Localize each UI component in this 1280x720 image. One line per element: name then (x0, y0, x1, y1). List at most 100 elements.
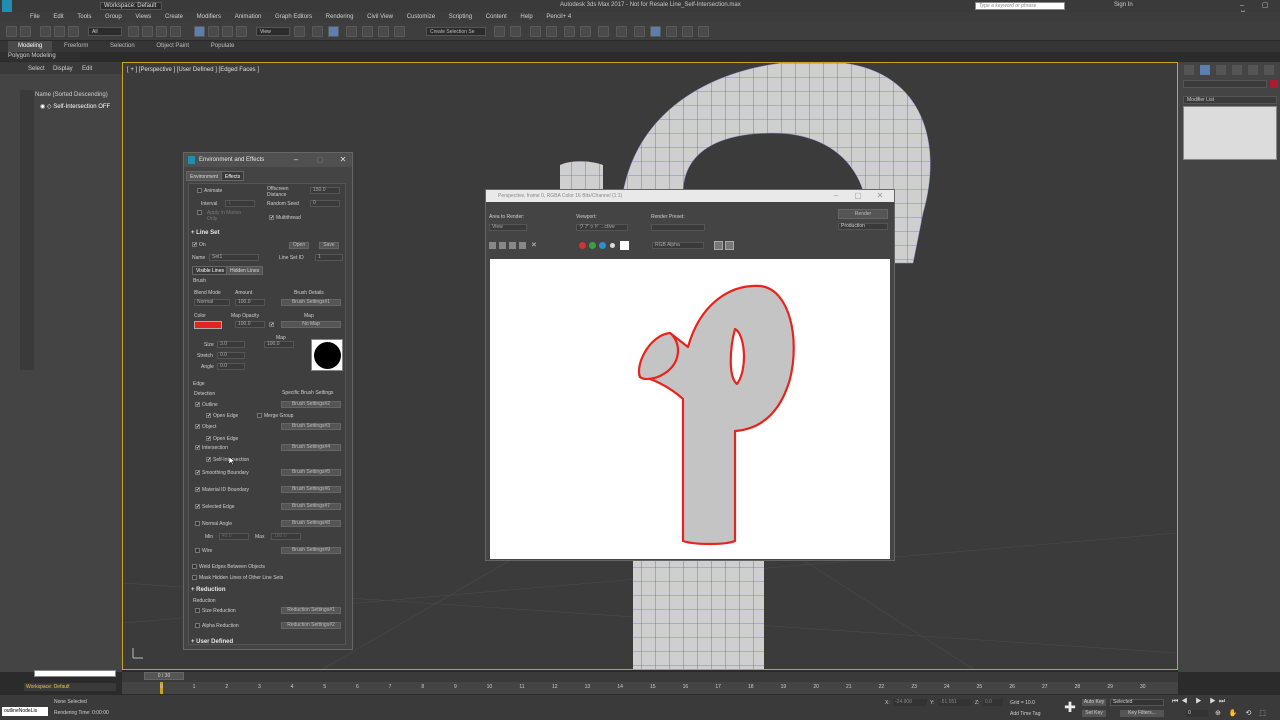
edit-named-selections-icon[interactable] (394, 26, 405, 37)
edge-3-checkbox[interactable]: ✔ (195, 445, 200, 451)
line-set-header[interactable]: + Line Set (191, 230, 220, 236)
sign-in-button[interactable]: Sign In (1114, 2, 1133, 8)
min-field[interactable]: 45.0 (219, 533, 249, 540)
key-mode-icon[interactable]: ✚ (1062, 699, 1078, 715)
clone-window-icon[interactable] (509, 242, 516, 249)
link-icon[interactable] (40, 26, 51, 37)
select-scale-icon[interactable] (222, 26, 233, 37)
tab-hidden-lines[interactable]: Hidden Lines (226, 266, 264, 275)
offscreen-distance-field[interactable]: 150.0 (310, 187, 340, 194)
set-key-button[interactable]: Set Key (1082, 710, 1106, 717)
list-item[interactable]: ◉ ◇ Self-Intersection OFF (40, 103, 110, 110)
edge-8-checkbox[interactable] (195, 548, 200, 553)
render-setup-icon[interactable] (634, 26, 645, 37)
edge-4-brush-settings-button[interactable]: Brush Settings#5 (281, 469, 341, 476)
menu-pencil[interactable]: Pencil+ 4 (546, 12, 571, 23)
menu-customize[interactable]: Customize (407, 12, 435, 23)
map-enable-checkbox[interactable]: ✔ (269, 322, 274, 328)
edge-5-brush-settings-button[interactable]: Brush Settings#6 (281, 486, 341, 493)
utilities-tab-icon[interactable] (1264, 65, 1274, 75)
max-field[interactable]: 180.0 (271, 533, 301, 540)
place-icon[interactable] (236, 26, 247, 37)
copy-image-icon[interactable] (499, 242, 506, 249)
curve-editor-icon[interactable] (580, 26, 591, 37)
no-map-button[interactable]: No Map (281, 321, 341, 328)
rectangle-region-icon[interactable] (156, 26, 167, 37)
reduction-settings-1-button[interactable]: Reduction Settings#1 (281, 607, 341, 614)
fb-close-icon[interactable]: ✕ (876, 192, 884, 200)
tab-visible-lines[interactable]: Visible Lines (192, 266, 228, 275)
tab-modeling[interactable]: Modeling (8, 41, 53, 52)
minimize-icon[interactable]: – (292, 156, 300, 164)
add-time-tag[interactable]: Add Time Tag (1010, 711, 1040, 717)
modifier-stack[interactable] (1183, 106, 1277, 160)
rendered-frame-window-icon[interactable] (650, 26, 661, 37)
manipulate-icon[interactable] (312, 26, 323, 37)
save-image-icon[interactable] (489, 242, 496, 249)
edge-2-brush-settings-button[interactable]: Brush Settings#3 (281, 423, 341, 430)
clear-icon[interactable]: ✕ (531, 241, 537, 249)
key-selection-dropdown[interactable]: Selected (1110, 699, 1164, 706)
amount-field[interactable]: 100.0 (235, 299, 265, 306)
size-field[interactable]: 3.0 (217, 341, 245, 348)
blend-mode-dropdown[interactable]: Normal (194, 299, 230, 306)
render-canvas[interactable] (490, 259, 890, 559)
named-selection-dropdown[interactable]: Create Selection Se (426, 27, 486, 36)
open-edge-object-checkbox[interactable]: ✔ (206, 436, 211, 442)
bind-space-warp-icon[interactable] (68, 26, 79, 37)
scene-explorer-icon[interactable] (530, 26, 541, 37)
edge-4-checkbox[interactable]: ✔ (195, 470, 200, 476)
open-edge-checkbox[interactable]: ✔ (206, 413, 211, 419)
weld-edges-checkbox[interactable] (192, 564, 197, 569)
window-crossing-icon[interactable] (170, 26, 181, 37)
render-preset-dropdown[interactable] (651, 224, 705, 231)
search-input[interactable]: Type a keyword or phrase (975, 2, 1065, 10)
create-tab-icon[interactable] (1184, 65, 1194, 75)
selection-filter-dropdown[interactable]: All (88, 27, 122, 36)
interval-field[interactable]: 1 (225, 200, 255, 207)
se-tab-display[interactable]: Display (53, 66, 73, 72)
object-name-field[interactable] (1183, 80, 1267, 88)
line-set-id-field[interactable]: 1 (315, 254, 343, 261)
brush-color-swatch[interactable] (194, 321, 222, 329)
align-icon[interactable] (510, 26, 521, 37)
render-button[interactable]: Render (838, 209, 888, 219)
display-toggle-icon[interactable] (714, 241, 723, 250)
brush-settings-1-button[interactable]: Brush Settings#1 (281, 299, 341, 306)
select-move-icon[interactable] (194, 26, 205, 37)
edge-8-brush-settings-button[interactable]: Brush Settings#9 (281, 547, 341, 554)
select-rotate-icon[interactable] (208, 26, 219, 37)
viewport-dropdown[interactable]: クアッド ...ctive (576, 224, 628, 231)
self-intersection-checkbox[interactable]: ✔ (206, 457, 211, 463)
red-channel-icon[interactable] (579, 242, 586, 249)
menu-group[interactable]: Group (105, 12, 122, 23)
maximize-icon[interactable]: ▢ (316, 156, 324, 164)
size-reduction-checkbox[interactable] (195, 608, 200, 613)
fb-minimize-icon[interactable]: – (832, 192, 840, 200)
select-by-name-icon[interactable] (142, 26, 153, 37)
current-frame-field[interactable]: 0 (1186, 710, 1208, 717)
scene-explorer-filter-toolbar[interactable] (20, 90, 34, 370)
angle-snap-icon[interactable] (346, 26, 357, 37)
render-production-icon[interactable] (666, 26, 677, 37)
menu-animation[interactable]: Animation (235, 12, 262, 23)
area-to-render-dropdown[interactable]: View (489, 224, 527, 231)
auto-key-button[interactable]: Auto Key (1082, 699, 1106, 706)
map-opacity-field[interactable]: 100.0 (235, 321, 265, 328)
save-button[interactable]: Save (319, 242, 339, 249)
timeline[interactable]: 0 / 30 0 1 2 3 4 5 6 7 8 9 10 11 12 13 14 15 16 17 18 19 20 2… (122, 672, 1178, 694)
user-defined-header[interactable]: + User Defined (191, 639, 233, 645)
render-iterative-icon[interactable] (682, 26, 693, 37)
menu-create[interactable]: Create (165, 12, 183, 23)
hierarchy-tab-icon[interactable] (1216, 65, 1226, 75)
snap-toggle-icon[interactable] (328, 26, 339, 37)
time-slider[interactable]: 0 / 30 (144, 672, 184, 680)
ribbon-toggle-icon[interactable] (564, 26, 575, 37)
viewport-navigation-controls[interactable]: ⊕ ✋ ⟲ ⬚ (1215, 709, 1269, 717)
menu-file[interactable]: File (30, 12, 40, 23)
se-tab-select[interactable]: Select (28, 66, 45, 72)
unlink-icon[interactable] (54, 26, 65, 37)
y-coordinate[interactable]: -51.551 (938, 699, 972, 706)
object-color-swatch[interactable] (1270, 80, 1278, 88)
mirror-icon[interactable] (494, 26, 505, 37)
